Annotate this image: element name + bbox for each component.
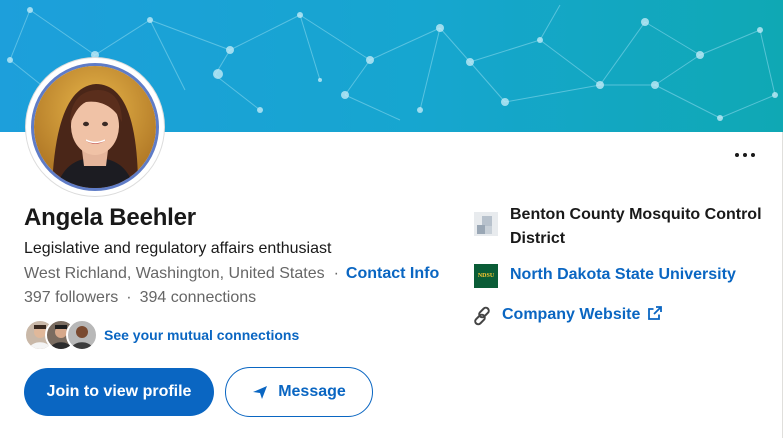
profile-avatar	[26, 58, 164, 196]
profile-location: West Richland, Washington, United States	[24, 265, 325, 282]
location-line: West Richland, Washington, United States…	[24, 265, 439, 283]
separator: ·	[126, 289, 132, 306]
avatar-photo	[31, 63, 159, 191]
link-icon	[472, 306, 492, 326]
connections-count: 394 connections	[139, 289, 257, 306]
profile-headline: Legislative and regulatory affairs enthu…	[24, 240, 332, 257]
send-icon	[253, 386, 268, 399]
more-dot	[751, 153, 755, 157]
external-link-icon[interactable]	[648, 306, 662, 320]
company-website-link[interactable]: Company Website	[502, 306, 640, 324]
education-school-link[interactable]: North Dakota State University	[510, 266, 736, 284]
profile-stats: 397 followers · 394 connections	[24, 289, 256, 307]
more-dot	[743, 153, 747, 157]
current-company-name[interactable]: Benton County Mosquito Control District	[510, 203, 765, 251]
profile-card: Angela Beehler Legislative and regulator…	[0, 0, 783, 438]
more-horizontal-icon	[735, 153, 739, 157]
message-button[interactable]: Message	[225, 367, 373, 417]
school-logo-text: NDSU	[477, 273, 495, 279]
school-logo: NDSU	[474, 264, 498, 288]
message-button-label: Message	[278, 383, 346, 400]
profile-name: Angela Beehler	[24, 204, 196, 231]
join-to-view-profile-button[interactable]: Join to view profile	[24, 368, 214, 416]
more-options-button[interactable]	[732, 148, 758, 162]
mutual-avatar	[66, 319, 98, 351]
see-mutual-connections-link[interactable]: See your mutual connections	[104, 327, 299, 343]
followers-count: 397 followers	[24, 289, 119, 306]
separator: ·	[333, 265, 339, 282]
mutual-avatars	[24, 318, 98, 351]
contact-info-link[interactable]: Contact Info	[346, 265, 439, 282]
company-logo	[474, 212, 498, 236]
